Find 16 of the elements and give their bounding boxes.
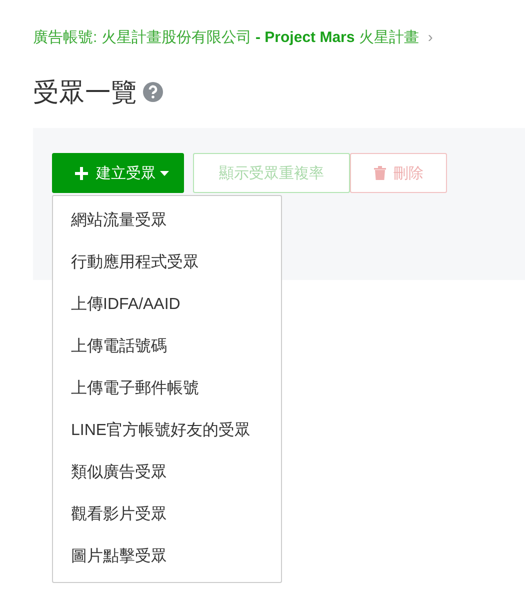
page-title: 受眾一覽 <box>33 76 137 108</box>
caret-icon <box>160 170 169 176</box>
menu-item[interactable]: 類似廣告受眾 <box>53 452 281 494</box>
plus-icon <box>75 166 88 180</box>
menu-item[interactable]: 上傳IDFA/AAID <box>53 284 281 326</box>
breadcrumb-separator: › <box>428 28 433 46</box>
menu-item[interactable]: 上傳電子郵件帳號 <box>53 368 281 410</box>
menu-item[interactable]: 行動應用程式受眾 <box>53 242 281 284</box>
trash-icon <box>374 166 386 180</box>
help-icon[interactable] <box>143 82 163 102</box>
menu-item[interactable]: 觀看影片受眾 <box>53 494 281 536</box>
menu-item[interactable]: 上傳電話號碼 <box>53 326 281 368</box>
create-audience-button[interactable]: 建立受眾 <box>52 153 184 193</box>
menu-item[interactable]: LINE官方帳號好友的受眾 <box>53 410 281 452</box>
menu-item[interactable]: 圖片點擊受眾 <box>53 536 281 578</box>
menu-item[interactable]: 網站流量受眾 <box>53 200 281 242</box>
